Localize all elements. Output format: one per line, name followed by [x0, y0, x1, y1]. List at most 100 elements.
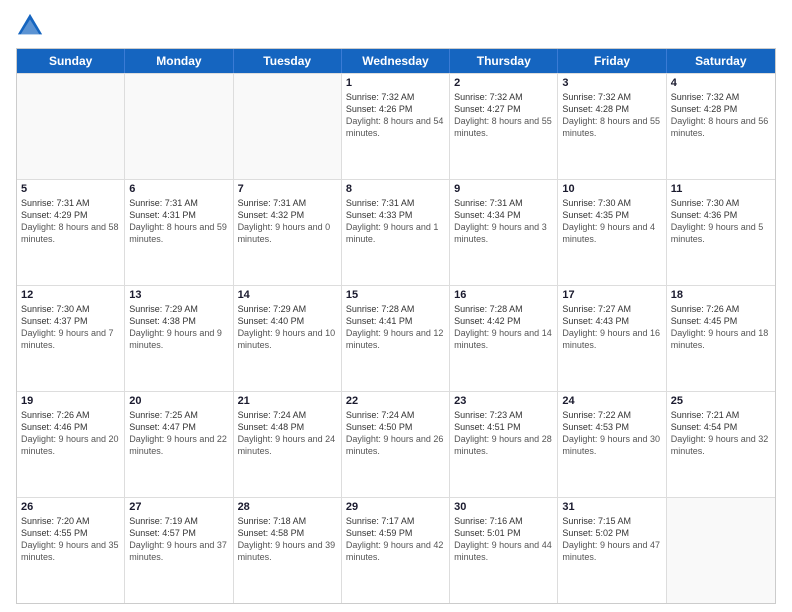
calendar-cell: 5 Sunrise: 7:31 AM Sunset: 4:29 PM Dayli… [17, 180, 125, 285]
calendar-cell: 29 Sunrise: 7:17 AM Sunset: 4:59 PM Dayl… [342, 498, 450, 603]
calendar-cell: 10 Sunrise: 7:30 AM Sunset: 4:35 PM Dayl… [558, 180, 666, 285]
calendar-cell: 2 Sunrise: 7:32 AM Sunset: 4:27 PM Dayli… [450, 74, 558, 179]
calendar-cell: 22 Sunrise: 7:24 AM Sunset: 4:50 PM Dayl… [342, 392, 450, 497]
daylight-text: Daylight: 8 hours and 55 minutes. [454, 115, 553, 139]
sunset-text: Sunset: 4:36 PM [671, 209, 771, 221]
sunset-text: Sunset: 4:54 PM [671, 421, 771, 433]
sunset-text: Sunset: 5:02 PM [562, 527, 661, 539]
calendar-cell: 4 Sunrise: 7:32 AM Sunset: 4:28 PM Dayli… [667, 74, 775, 179]
day-number: 3 [562, 77, 661, 89]
sunrise-text: Sunrise: 7:21 AM [671, 409, 771, 421]
daylight-text: Daylight: 9 hours and 24 minutes. [238, 433, 337, 457]
calendar-cell: 18 Sunrise: 7:26 AM Sunset: 4:45 PM Dayl… [667, 286, 775, 391]
calendar-cell: 8 Sunrise: 7:31 AM Sunset: 4:33 PM Dayli… [342, 180, 450, 285]
calendar-cell: 9 Sunrise: 7:31 AM Sunset: 4:34 PM Dayli… [450, 180, 558, 285]
calendar-cell: 25 Sunrise: 7:21 AM Sunset: 4:54 PM Dayl… [667, 392, 775, 497]
day-number: 4 [671, 77, 771, 89]
day-number: 18 [671, 289, 771, 301]
calendar-cell: 30 Sunrise: 7:16 AM Sunset: 5:01 PM Dayl… [450, 498, 558, 603]
sunrise-text: Sunrise: 7:16 AM [454, 515, 553, 527]
sunset-text: Sunset: 5:01 PM [454, 527, 553, 539]
calendar-header: SundayMondayTuesdayWednesdayThursdayFrid… [17, 49, 775, 73]
logo [16, 12, 48, 40]
daylight-text: Daylight: 9 hours and 20 minutes. [21, 433, 120, 457]
sunrise-text: Sunrise: 7:31 AM [346, 197, 445, 209]
calendar-cell: 16 Sunrise: 7:28 AM Sunset: 4:42 PM Dayl… [450, 286, 558, 391]
calendar-cell [125, 74, 233, 179]
calendar-cell: 3 Sunrise: 7:32 AM Sunset: 4:28 PM Dayli… [558, 74, 666, 179]
sunset-text: Sunset: 4:32 PM [238, 209, 337, 221]
calendar: SundayMondayTuesdayWednesdayThursdayFrid… [16, 48, 776, 604]
sunrise-text: Sunrise: 7:32 AM [671, 91, 771, 103]
daylight-text: Daylight: 9 hours and 9 minutes. [129, 327, 228, 351]
day-number: 23 [454, 395, 553, 407]
calendar-cell: 19 Sunrise: 7:26 AM Sunset: 4:46 PM Dayl… [17, 392, 125, 497]
calendar-cell: 31 Sunrise: 7:15 AM Sunset: 5:02 PM Dayl… [558, 498, 666, 603]
day-number: 2 [454, 77, 553, 89]
calendar-row: 26 Sunrise: 7:20 AM Sunset: 4:55 PM Dayl… [17, 497, 775, 603]
weekday-header: Tuesday [234, 49, 342, 73]
sunrise-text: Sunrise: 7:31 AM [129, 197, 228, 209]
sunset-text: Sunset: 4:51 PM [454, 421, 553, 433]
sunset-text: Sunset: 4:37 PM [21, 315, 120, 327]
day-number: 17 [562, 289, 661, 301]
daylight-text: Daylight: 9 hours and 10 minutes. [238, 327, 337, 351]
calendar-row: 5 Sunrise: 7:31 AM Sunset: 4:29 PM Dayli… [17, 179, 775, 285]
daylight-text: Daylight: 9 hours and 32 minutes. [671, 433, 771, 457]
calendar-cell: 15 Sunrise: 7:28 AM Sunset: 4:41 PM Dayl… [342, 286, 450, 391]
daylight-text: Daylight: 9 hours and 12 minutes. [346, 327, 445, 351]
day-number: 13 [129, 289, 228, 301]
daylight-text: Daylight: 9 hours and 35 minutes. [21, 539, 120, 563]
daylight-text: Daylight: 8 hours and 59 minutes. [129, 221, 228, 245]
calendar-cell: 1 Sunrise: 7:32 AM Sunset: 4:26 PM Dayli… [342, 74, 450, 179]
sunset-text: Sunset: 4:59 PM [346, 527, 445, 539]
daylight-text: Daylight: 9 hours and 7 minutes. [21, 327, 120, 351]
calendar-cell: 23 Sunrise: 7:23 AM Sunset: 4:51 PM Dayl… [450, 392, 558, 497]
day-number: 21 [238, 395, 337, 407]
daylight-text: Daylight: 9 hours and 14 minutes. [454, 327, 553, 351]
calendar-row: 12 Sunrise: 7:30 AM Sunset: 4:37 PM Dayl… [17, 285, 775, 391]
calendar-cell: 20 Sunrise: 7:25 AM Sunset: 4:47 PM Dayl… [125, 392, 233, 497]
sunset-text: Sunset: 4:31 PM [129, 209, 228, 221]
sunset-text: Sunset: 4:35 PM [562, 209, 661, 221]
sunset-text: Sunset: 4:47 PM [129, 421, 228, 433]
day-number: 9 [454, 183, 553, 195]
sunrise-text: Sunrise: 7:18 AM [238, 515, 337, 527]
calendar-cell: 27 Sunrise: 7:19 AM Sunset: 4:57 PM Dayl… [125, 498, 233, 603]
calendar-cell [17, 74, 125, 179]
calendar-cell: 6 Sunrise: 7:31 AM Sunset: 4:31 PM Dayli… [125, 180, 233, 285]
header [16, 12, 776, 40]
sunset-text: Sunset: 4:58 PM [238, 527, 337, 539]
calendar-cell: 24 Sunrise: 7:22 AM Sunset: 4:53 PM Dayl… [558, 392, 666, 497]
day-number: 22 [346, 395, 445, 407]
sunrise-text: Sunrise: 7:32 AM [454, 91, 553, 103]
day-number: 29 [346, 501, 445, 513]
calendar-cell: 11 Sunrise: 7:30 AM Sunset: 4:36 PM Dayl… [667, 180, 775, 285]
daylight-text: Daylight: 9 hours and 0 minutes. [238, 221, 337, 245]
daylight-text: Daylight: 8 hours and 54 minutes. [346, 115, 445, 139]
daylight-text: Daylight: 9 hours and 39 minutes. [238, 539, 337, 563]
sunset-text: Sunset: 4:45 PM [671, 315, 771, 327]
sunrise-text: Sunrise: 7:32 AM [346, 91, 445, 103]
logo-icon [16, 12, 44, 40]
day-number: 25 [671, 395, 771, 407]
daylight-text: Daylight: 9 hours and 47 minutes. [562, 539, 661, 563]
weekday-header: Friday [558, 49, 666, 73]
day-number: 24 [562, 395, 661, 407]
sunset-text: Sunset: 4:38 PM [129, 315, 228, 327]
sunset-text: Sunset: 4:40 PM [238, 315, 337, 327]
calendar-row: 19 Sunrise: 7:26 AM Sunset: 4:46 PM Dayl… [17, 391, 775, 497]
calendar-cell: 26 Sunrise: 7:20 AM Sunset: 4:55 PM Dayl… [17, 498, 125, 603]
calendar-cell: 12 Sunrise: 7:30 AM Sunset: 4:37 PM Dayl… [17, 286, 125, 391]
sunrise-text: Sunrise: 7:24 AM [346, 409, 445, 421]
sunrise-text: Sunrise: 7:31 AM [238, 197, 337, 209]
sunrise-text: Sunrise: 7:31 AM [454, 197, 553, 209]
sunset-text: Sunset: 4:28 PM [671, 103, 771, 115]
day-number: 7 [238, 183, 337, 195]
sunrise-text: Sunrise: 7:31 AM [21, 197, 120, 209]
daylight-text: Daylight: 9 hours and 30 minutes. [562, 433, 661, 457]
page: SundayMondayTuesdayWednesdayThursdayFrid… [0, 0, 792, 612]
daylight-text: Daylight: 8 hours and 55 minutes. [562, 115, 661, 139]
daylight-text: Daylight: 9 hours and 26 minutes. [346, 433, 445, 457]
daylight-text: Daylight: 9 hours and 18 minutes. [671, 327, 771, 351]
